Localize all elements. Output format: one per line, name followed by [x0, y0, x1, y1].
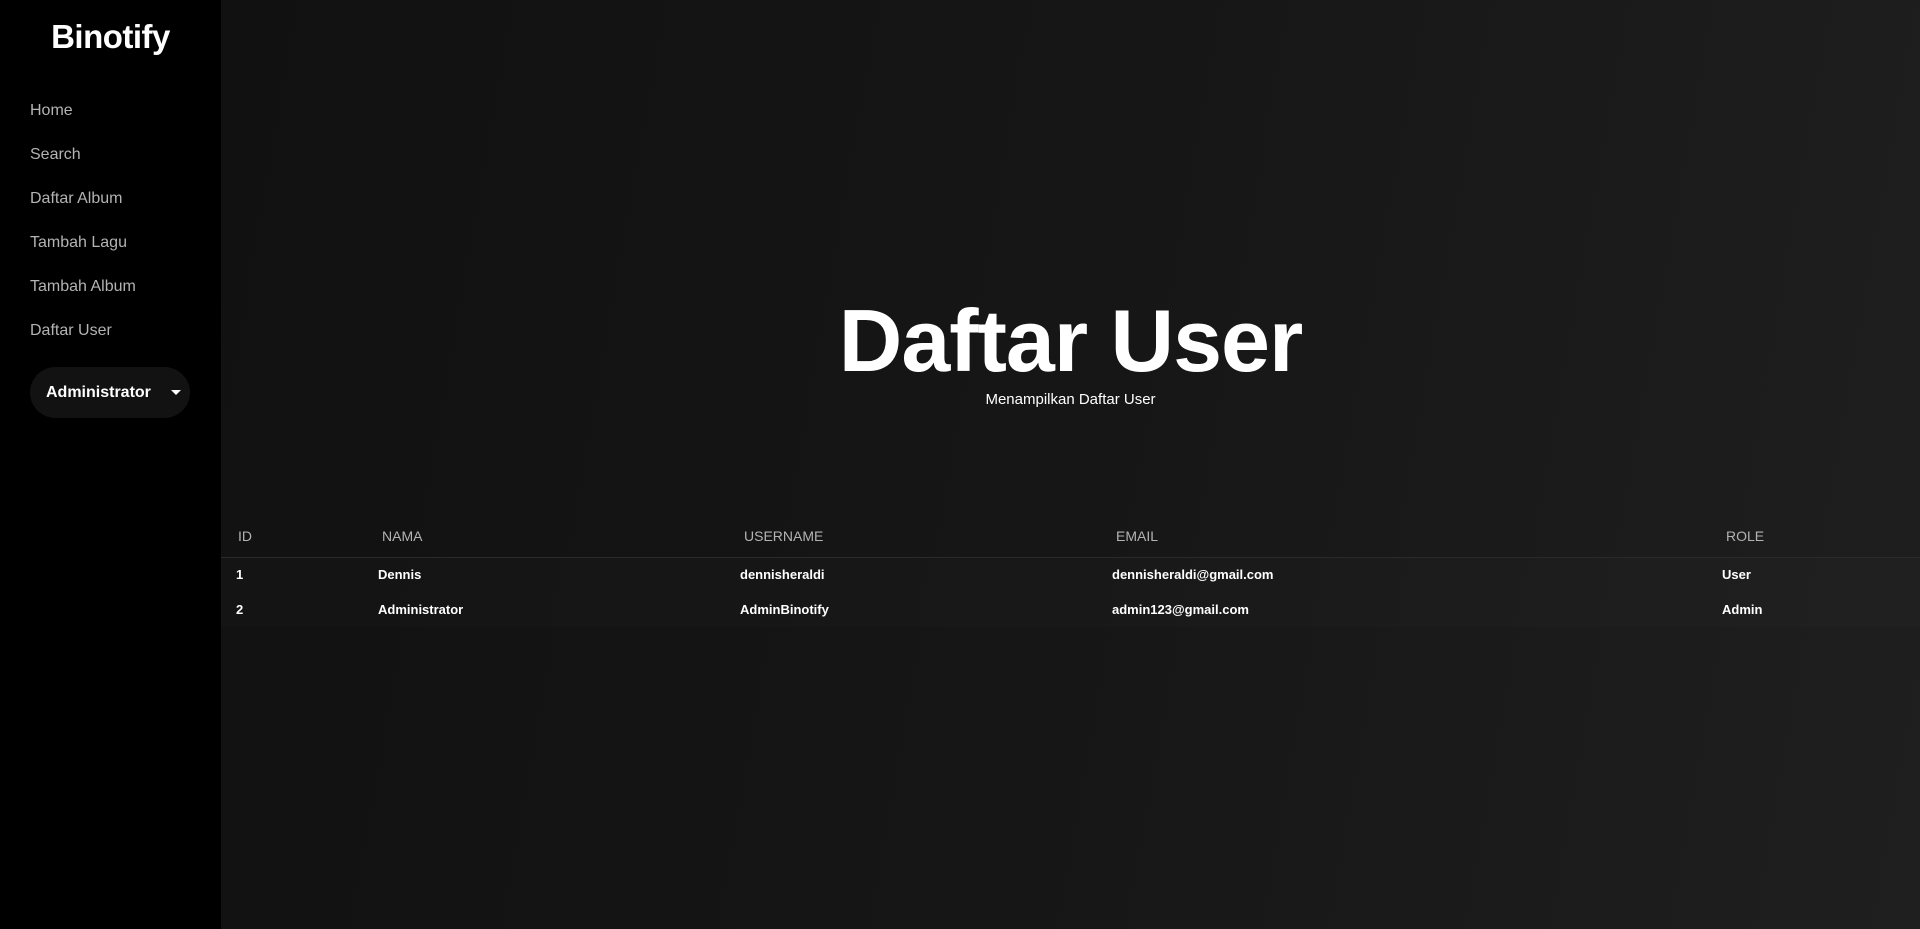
table-header-row: ID NAMA USERNAME EMAIL ROLE [221, 515, 1920, 558]
page-subtitle: Menampilkan Daftar User [985, 391, 1156, 408]
logo[interactable]: Binotify [0, 18, 221, 56]
cell-id: 1 [236, 567, 244, 583]
sidebar-nav: Home Search Daftar Album Tambah Lagu Tam… [30, 100, 136, 364]
cell-nama: Administrator [378, 602, 464, 617]
header-email: EMAIL [1112, 515, 1722, 558]
caret-down-icon [170, 390, 181, 395]
sidebar-item-home[interactable]: Home [30, 100, 136, 144]
cell-email: dennisheraldi@gmail.com [1112, 567, 1274, 583]
sidebar: Binotify Home Search Daftar Album Tambah… [0, 0, 221, 929]
sidebar-item-daftar-user[interactable]: Daftar User [30, 320, 136, 364]
page-title: Daftar User [838, 291, 1303, 390]
main-content: Daftar User Menampilkan Daftar User ID N… [221, 0, 1920, 929]
user-menu-label: Administrator [46, 383, 151, 401]
cell-email: admin123@gmail.com [1112, 602, 1249, 617]
cell-role: Admin [1722, 602, 1763, 617]
cell-username: AdminBinotify [740, 602, 829, 617]
sidebar-item-tambah-lagu[interactable]: Tambah Lagu [30, 232, 136, 276]
header-id: ID [221, 515, 378, 558]
header-username: USERNAME [740, 515, 1112, 558]
table-row[interactable]: 1 Dennis dennisheraldi dennisheraldi@gma… [221, 557, 1920, 592]
sidebar-item-daftar-album[interactable]: Daftar Album [30, 188, 136, 232]
cell-username: dennisheraldi [740, 567, 825, 583]
sidebar-item-tambah-album[interactable]: Tambah Album [30, 276, 136, 320]
sidebar-item-search[interactable]: Search [30, 144, 136, 188]
user-menu-button[interactable]: Administrator [30, 367, 190, 418]
cell-id: 2 [236, 602, 244, 617]
table-row[interactable]: 2 Administrator AdminBinotify admin123@g… [221, 592, 1920, 627]
header-nama: NAMA [378, 515, 740, 558]
cell-role: User [1722, 567, 1751, 583]
cell-nama: Dennis [378, 567, 422, 583]
user-table: ID NAMA USERNAME EMAIL ROLE 1 Dennis den… [221, 515, 1920, 627]
header-role: ROLE [1722, 515, 1920, 558]
